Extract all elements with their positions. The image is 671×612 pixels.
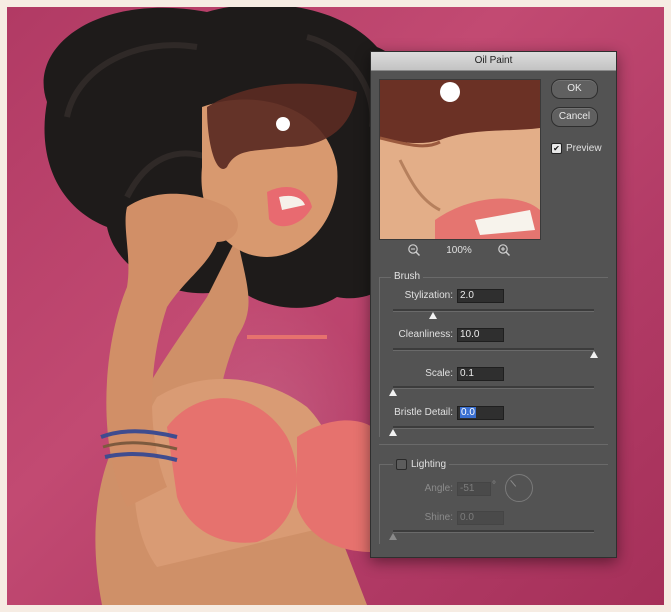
lighting-toggle[interactable]: Lighting [393, 458, 450, 470]
scale-label: Scale: [425, 368, 453, 379]
scale-slider-track[interactable] [393, 386, 594, 389]
brush-section-label: Brush [391, 271, 424, 282]
bristle-detail-input[interactable]: 0.0 [457, 406, 504, 420]
dialog-title: Oil Paint [371, 52, 616, 71]
cleanliness-slider-track[interactable] [393, 348, 594, 351]
stylization-slider-track[interactable] [393, 309, 594, 312]
scale-input[interactable]: 0.1 [457, 367, 504, 381]
bristle-detail-slider-thumb[interactable] [389, 429, 397, 436]
bristle-detail-value: 0.0 [460, 407, 476, 418]
preview-label: Preview [566, 142, 602, 154]
lighting-label: Lighting [411, 458, 447, 470]
zoom-level: 100% [446, 245, 472, 256]
checkmark-icon: ✔ [553, 143, 560, 153]
lighting-group-top-divider [379, 444, 608, 445]
ok-button[interactable]: OK [551, 79, 598, 99]
preview-toggle[interactable]: ✔ Preview [551, 142, 602, 154]
stylization-label: Stylization: [404, 290, 453, 301]
oil-paint-dialog: Oil Paint 100% OK Cancel ✔ Preview Brush… [370, 51, 617, 558]
zoom-in-icon[interactable] [497, 243, 511, 257]
cleanliness-input[interactable]: 10.0 [457, 328, 504, 342]
cleanliness-label: Cleanliness: [398, 329, 453, 340]
shine-slider-track[interactable] [393, 530, 594, 533]
shine-label: Shine: [424, 512, 453, 523]
stylization-slider-thumb[interactable] [429, 312, 438, 319]
shine-input[interactable]: 0.0 [457, 511, 504, 525]
preview-checkbox[interactable]: ✔ [551, 142, 562, 154]
angle-label: Angle: [424, 483, 453, 494]
bristle-detail-label: Bristle Detail: [394, 407, 453, 418]
filter-preview[interactable] [379, 79, 541, 240]
lighting-group-edge [379, 464, 380, 544]
zoom-controls: 100% [379, 243, 539, 259]
lighting-checkbox[interactable] [396, 458, 407, 470]
scale-slider-thumb[interactable] [389, 389, 397, 396]
angle-input[interactable]: -51 [457, 482, 491, 496]
brush-group-edge [379, 277, 380, 437]
cleanliness-slider-thumb[interactable] [590, 351, 598, 358]
degree-unit: ° [492, 480, 496, 491]
bristle-detail-slider-track[interactable] [393, 426, 594, 429]
shine-slider-thumb[interactable] [389, 533, 397, 540]
cancel-button[interactable]: Cancel [551, 107, 598, 127]
stylization-input[interactable]: 2.0 [457, 289, 504, 303]
angle-dial[interactable] [505, 474, 533, 502]
